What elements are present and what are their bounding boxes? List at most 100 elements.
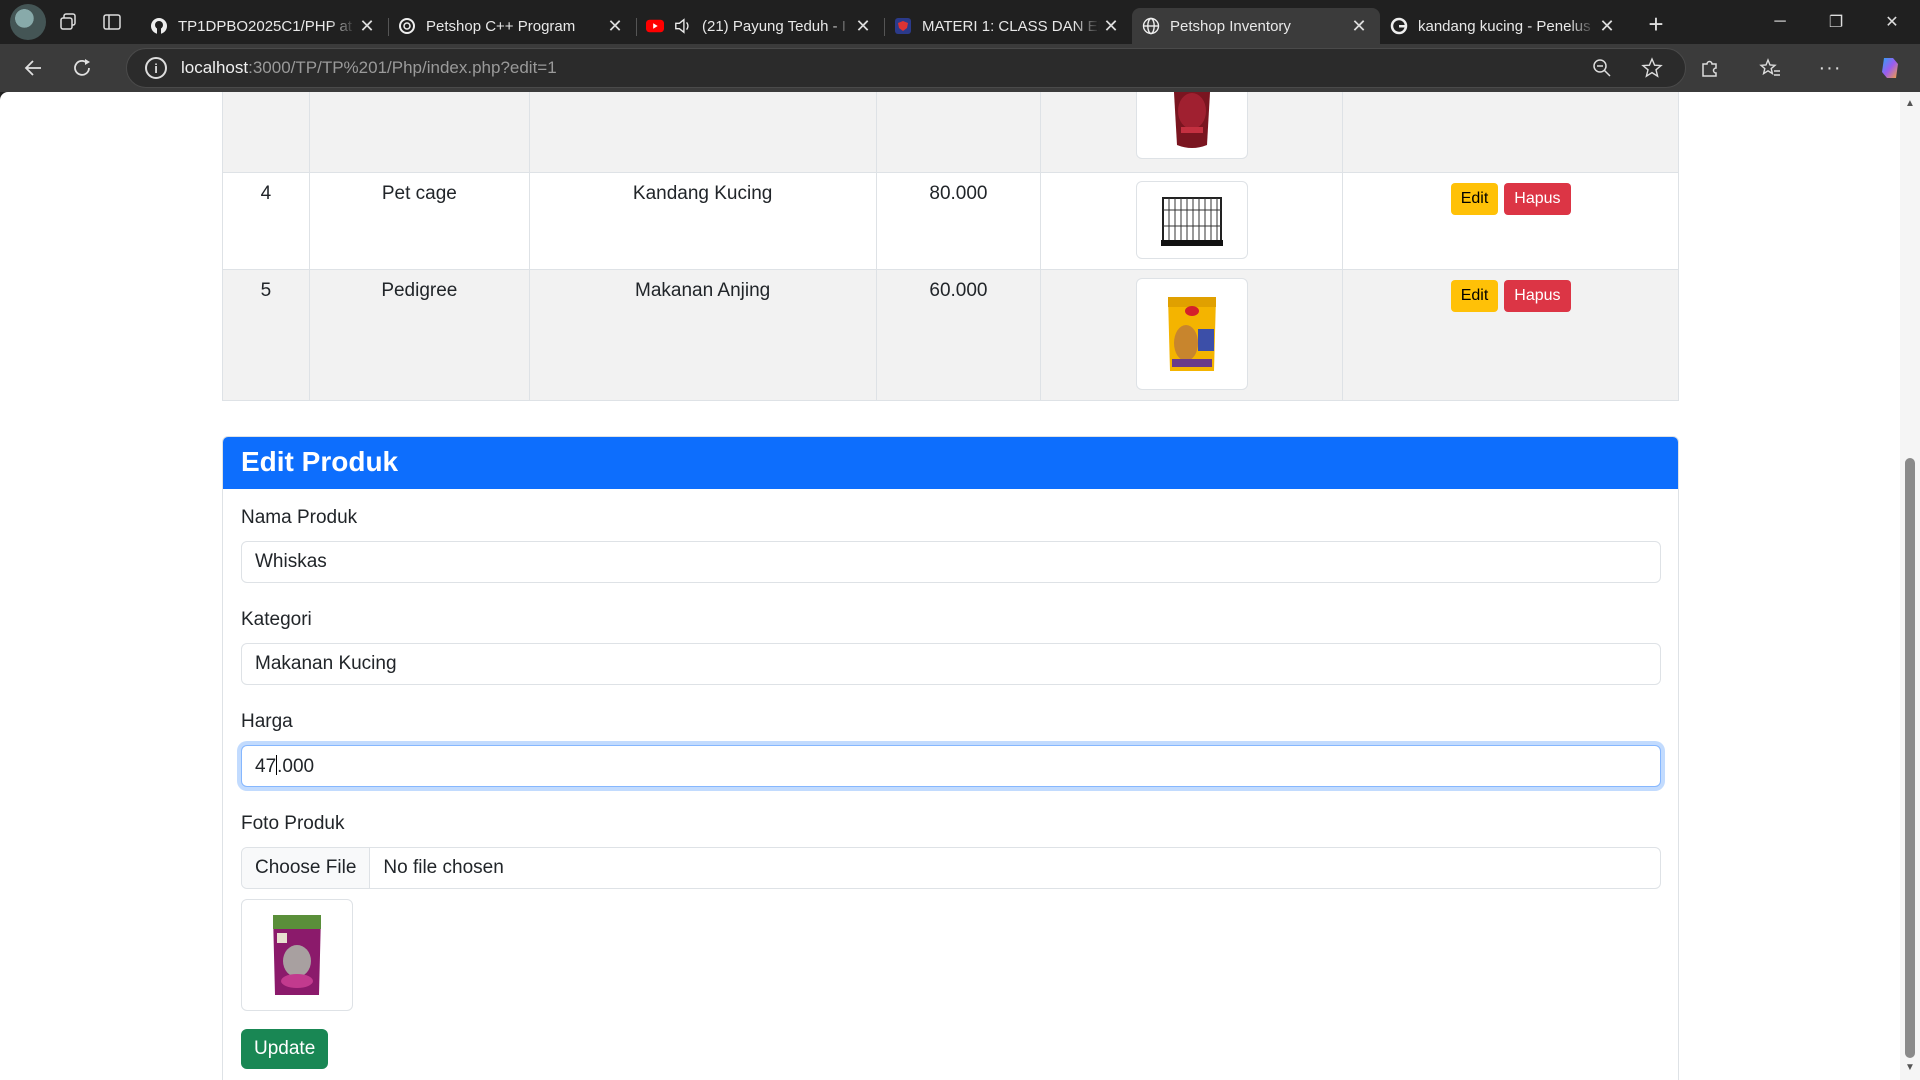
site-info-icon[interactable]: i (145, 57, 167, 79)
close-window-icon[interactable]: ✕ (1864, 0, 1920, 44)
close-icon[interactable]: ✕ (1100, 15, 1122, 37)
address-bar[interactable]: i localhost:3000/TP/TP%201/Php/index.php… (126, 48, 1686, 88)
tab-title: Petshop C++ Program (426, 17, 576, 35)
vertical-tabs-icon[interactable] (90, 0, 134, 44)
copilot-icon[interactable] (1860, 44, 1920, 92)
cell-harga: 60.000 (875, 269, 1042, 401)
cell-harga (875, 92, 1042, 173)
cell-kategori (528, 92, 877, 173)
table-row: 4 Pet cage Kandang Kucing 80.000 Edit Ha… (222, 172, 1679, 270)
edit-product-card: Edit Produk Nama Produk Whiskas Kategori… (222, 436, 1679, 1080)
close-icon[interactable]: ✕ (852, 15, 874, 37)
browser-toolbar: i localhost:3000/TP/TP%201/Php/index.php… (0, 44, 1920, 92)
github-icon (150, 17, 168, 35)
cell-nama: Pet cage (308, 172, 530, 270)
more-menu-icon[interactable]: ··· (1800, 44, 1860, 92)
product-thumbnail (1135, 92, 1248, 159)
choose-file-button[interactable]: Choose File (242, 848, 371, 888)
favorite-star-icon[interactable] (1627, 49, 1677, 87)
close-icon[interactable]: ✕ (1348, 15, 1370, 37)
tab-chatgpt[interactable]: Petshop C++ Program ✕ (388, 8, 636, 44)
youtube-icon (646, 17, 664, 35)
title-bar: TP1DPBO2025C1/PHP at m ✕ Petshop C++ Pro… (0, 0, 1920, 44)
harga-input[interactable]: 47.000 (241, 745, 1661, 787)
product-thumbnail (1135, 278, 1248, 390)
back-arrow-icon[interactable] (10, 48, 58, 88)
foto-file-input[interactable]: Choose File No file chosen (241, 847, 1661, 889)
tab-strip: TP1DPBO2025C1/PHP at m ✕ Petshop C++ Pro… (140, 0, 1676, 44)
favorites-icon[interactable] (1740, 44, 1800, 92)
product-thumbnail (1135, 181, 1248, 259)
whiskas-bag-image (273, 915, 321, 995)
google-icon (1390, 17, 1408, 35)
cell-nama (308, 92, 530, 173)
openai-icon (398, 17, 416, 35)
cell-foto (1040, 92, 1344, 173)
cell-kategori: Makanan Anjing (528, 269, 877, 401)
speaker-icon[interactable] (674, 17, 692, 35)
workspaces-icon[interactable] (46, 0, 90, 44)
page-scrollbar[interactable]: ▲ ▼ (1900, 92, 1920, 1080)
delete-button[interactable]: Hapus (1504, 183, 1571, 215)
shield-icon (894, 17, 912, 35)
tab-petshop-inventory[interactable]: Petshop Inventory ✕ (1132, 8, 1380, 44)
cell-foto (1040, 172, 1344, 270)
tab-title: (21) Payung Teduh - I (702, 17, 846, 35)
url-text[interactable]: localhost:3000/TP/TP%201/Php/index.php?e… (181, 58, 557, 78)
tab-materi[interactable]: MATERI 1: CLASS DAN EN ✕ (884, 8, 1132, 44)
cell-nama: Pedigree (308, 269, 530, 401)
zoom-out-icon[interactable] (1577, 49, 1627, 87)
tab-title: kandang kucing - Penelus (1418, 17, 1591, 35)
file-status: No file chosen (383, 857, 504, 878)
nama-produk-input[interactable]: Whiskas (241, 541, 1661, 583)
cell-harga: 80.000 (875, 172, 1042, 270)
restore-icon[interactable]: ❐ (1808, 0, 1864, 44)
tab-title: Petshop Inventory (1170, 17, 1291, 35)
cell-no (222, 92, 310, 173)
close-icon[interactable]: ✕ (356, 15, 378, 37)
cell-no: 5 (222, 269, 310, 401)
tab-google-search[interactable]: kandang kucing - Penelus ✕ (1380, 8, 1628, 44)
kategori-input[interactable]: Makanan Kucing (241, 643, 1661, 685)
close-icon[interactable]: ✕ (1596, 15, 1618, 37)
cell-aksi: Edit Hapus (1342, 269, 1679, 401)
product-table: 4 Pet cage Kandang Kucing 80.000 Edit Ha… (222, 92, 1679, 401)
tab-title: MATERI 1: CLASS DAN EN (922, 17, 1100, 35)
kategori-label: Kategori (241, 609, 312, 630)
cell-aksi (1342, 92, 1679, 173)
extensions-icon[interactable] (1680, 44, 1740, 92)
card-title: Edit Produk (223, 437, 1678, 489)
tab-youtube[interactable]: (21) Payung Teduh - I ✕ (636, 8, 884, 44)
harga-label: Harga (241, 711, 293, 732)
delete-button[interactable]: Hapus (1504, 280, 1571, 312)
profile-avatar[interactable] (10, 4, 46, 40)
reload-icon[interactable] (58, 48, 106, 88)
product-table-wrapper: 4 Pet cage Kandang Kucing 80.000 Edit Ha… (222, 92, 1679, 401)
edit-form: Nama Produk Whiskas Kategori Makanan Kuc… (223, 489, 1678, 1080)
table-row: 5 Pedigree Makanan Anjing 60.000 Edit Ha… (222, 269, 1679, 401)
new-tab-button[interactable]: + (1636, 6, 1676, 42)
window-controls: ─ ❐ ✕ (1752, 0, 1920, 44)
pedigree-bag-image (1167, 297, 1216, 371)
scroll-down-arrow-icon[interactable]: ▼ (1904, 1062, 1916, 1074)
pet-cage-image (1160, 197, 1223, 246)
current-photo-preview (241, 899, 353, 1011)
foto-produk-label: Foto Produk (241, 813, 345, 834)
page-viewport: 4 Pet cage Kandang Kucing 80.000 Edit Ha… (0, 92, 1920, 1080)
cell-foto (1040, 269, 1344, 401)
scroll-up-arrow-icon[interactable]: ▲ (1904, 98, 1916, 110)
cell-aksi: Edit Hapus (1342, 172, 1679, 270)
food-bag-image (1173, 92, 1210, 148)
minimize-icon[interactable]: ─ (1752, 0, 1808, 44)
cell-kategori: Kandang Kucing (528, 172, 877, 270)
table-row (222, 92, 1679, 173)
edit-button[interactable]: Edit (1450, 183, 1499, 215)
update-button[interactable]: Update (241, 1029, 329, 1069)
scroll-thumb[interactable] (1905, 458, 1915, 1058)
cell-no: 4 (222, 172, 310, 270)
close-icon[interactable]: ✕ (604, 15, 626, 37)
tab-github[interactable]: TP1DPBO2025C1/PHP at m ✕ (140, 8, 388, 44)
globe-icon (1142, 17, 1160, 35)
nama-produk-label: Nama Produk (241, 507, 358, 528)
edit-button[interactable]: Edit (1450, 280, 1499, 312)
